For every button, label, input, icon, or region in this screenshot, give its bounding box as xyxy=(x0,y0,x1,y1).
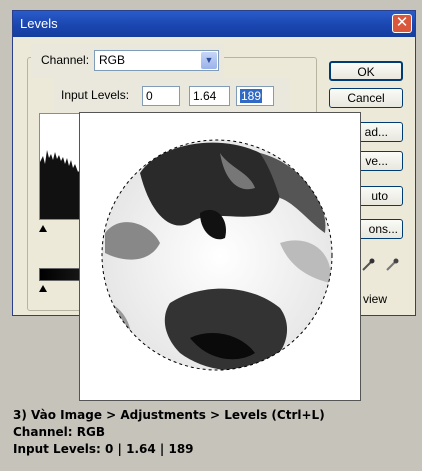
caption: 3) Vào Image > Adjustments > Levels (Ctr… xyxy=(13,407,413,458)
caption-line-3: Input Levels: 0 | 1.64 | 189 xyxy=(13,442,194,456)
ok-button[interactable]: OK xyxy=(329,61,403,81)
dialog-titlebar: Levels ✕ xyxy=(13,11,415,37)
document-preview xyxy=(79,112,361,401)
close-icon[interactable]: ✕ xyxy=(392,14,412,33)
caption-line-2: Channel: RGB xyxy=(13,425,105,439)
white-eyedropper-icon[interactable] xyxy=(385,258,399,272)
input-gamma-field[interactable]: 1.64 xyxy=(189,86,230,106)
preview-label[interactable]: view xyxy=(363,292,387,306)
channel-select[interactable]: RGB ▼ xyxy=(94,50,219,71)
caption-line-1: 3) Vào Image > Adjustments > Levels (Ctr… xyxy=(13,408,325,422)
chevron-down-icon[interactable]: ▼ xyxy=(201,52,217,69)
gray-eyedropper-icon[interactable] xyxy=(361,258,375,272)
channel-select-value: RGB xyxy=(99,53,126,67)
input-white-field[interactable]: 189 xyxy=(236,86,274,106)
output-black-slider[interactable] xyxy=(39,279,47,292)
input-levels-label: Input Levels: xyxy=(61,88,130,102)
black-point-slider[interactable] xyxy=(39,219,47,232)
input-black-field[interactable]: 0 xyxy=(142,86,180,106)
channel-label: Channel: xyxy=(41,53,90,67)
dialog-title: Levels xyxy=(20,16,58,31)
cancel-button[interactable]: Cancel xyxy=(329,88,403,108)
input-white-selected-value: 189 xyxy=(240,89,263,103)
cloud-circle-image xyxy=(101,139,333,371)
